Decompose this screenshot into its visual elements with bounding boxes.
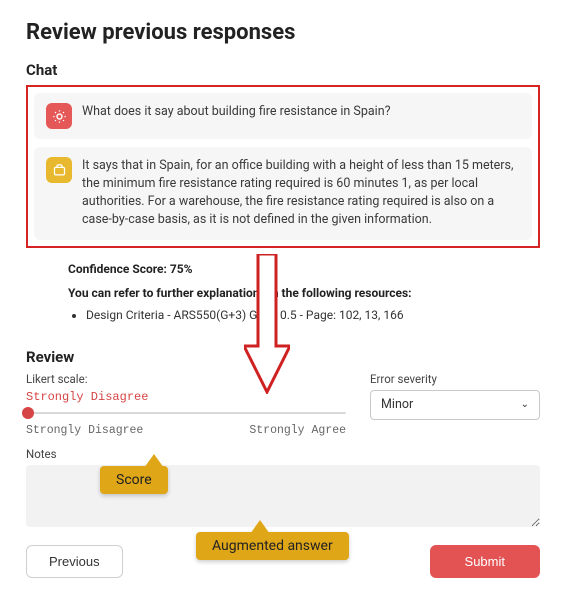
likert-value: Strongly Disagree [26,390,346,404]
resource-item: Design Criteria - ARS550(G+3) Gen 10.5 -… [86,308,530,322]
page-title: Review previous responses [26,20,540,45]
chat-user-row: What does it say about building fire res… [34,93,532,139]
notes-textarea[interactable] [26,465,540,527]
previous-button[interactable]: Previous [26,545,123,578]
slider-track [26,412,346,414]
user-message: What does it say about building fire res… [82,103,391,121]
review-section-title: Review [26,348,540,366]
bot-icon [46,157,72,183]
bot-message: It says that in Spain, for an office bui… [82,157,520,230]
error-severity-select[interactable]: Minor ⌄ [370,390,540,420]
likert-max-label: Strongly Agree [249,424,346,437]
chat-section-title: Chat [26,61,540,79]
chevron-down-icon: ⌄ [521,399,529,410]
user-icon [46,103,72,129]
notes-label: Notes [26,447,540,461]
likert-min-label: Strongly Disagree [26,424,143,437]
submit-button[interactable]: Submit [430,545,540,578]
details-block: Confidence Score: 75% You can refer to f… [26,258,540,322]
confidence-score: Confidence Score: 75% [68,262,530,276]
slider-thumb[interactable] [22,407,34,419]
error-severity-value: Minor [381,397,413,412]
resources-list: Design Criteria - ARS550(G+3) Gen 10.5 -… [68,308,530,322]
chat-panel: What does it say about building fire res… [26,85,540,248]
likert-label: Likert scale: [26,372,346,386]
likert-slider[interactable] [26,406,346,420]
resources-intro: You can refer to further explanations in… [68,286,530,300]
error-severity-label: Error severity [370,372,540,386]
chat-bot-row: It says that in Spain, for an office bui… [34,147,532,240]
